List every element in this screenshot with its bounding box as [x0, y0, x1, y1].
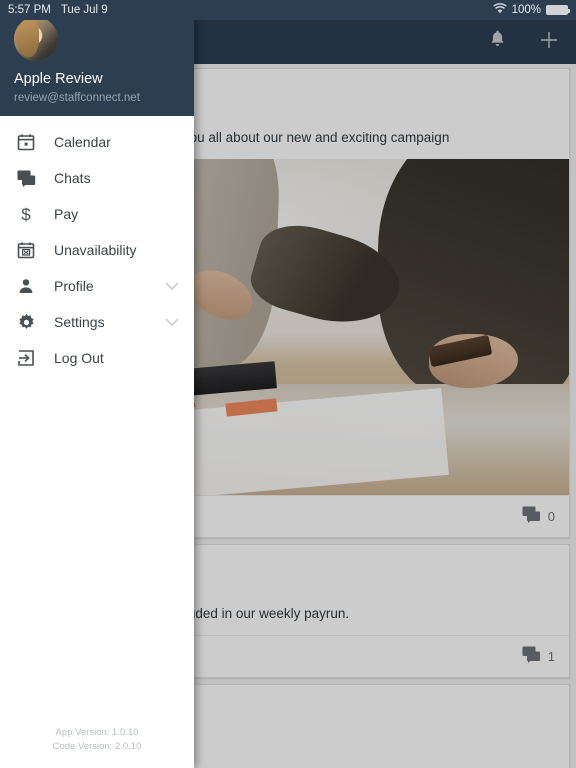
sidebar-item-label: Settings	[54, 314, 105, 330]
svg-text:$: $	[21, 205, 31, 224]
status-bar-left: 5:57 PM Tue Jul 9	[8, 4, 108, 16]
sidebar-item-calendar[interactable]: Calendar	[0, 124, 194, 160]
sidebar-item-profile[interactable]: Profile	[0, 268, 194, 304]
navigation-drawer: Apple Review review@staffconnect.net Cal…	[0, 0, 194, 768]
sidebar-item-label: Chats	[54, 170, 91, 186]
logout-icon	[14, 346, 38, 370]
sidebar-item-label: Pay	[54, 206, 79, 222]
person-icon	[14, 274, 38, 298]
sidebar-item-label: Profile	[54, 278, 94, 294]
status-bar: 5:57 PM Tue Jul 9 100%	[0, 0, 576, 20]
drawer-footer: App Version: 1.0.10 Code Version: 2.0.10	[0, 726, 194, 768]
battery-percent: 100%	[511, 4, 541, 16]
user-avatar[interactable]	[14, 16, 58, 61]
status-bar-right: 100%	[492, 3, 570, 17]
drawer-user-name: Apple Review	[14, 70, 103, 87]
app-version: App Version: 1.0.10	[55, 726, 139, 738]
status-date: Tue Jul 9	[60, 4, 108, 16]
status-time: 5:57 PM	[8, 4, 51, 16]
sidebar-item-label: Calendar	[54, 134, 111, 150]
sidebar-item-label: Log Out	[54, 350, 104, 366]
gear-icon	[14, 310, 38, 334]
chevron-down-icon[interactable]	[164, 281, 180, 291]
code-version: Code Version: 2.0.10	[52, 740, 142, 752]
calendar-icon	[14, 130, 38, 154]
avatar-hair	[15, 16, 39, 58]
drawer-user-email: review@staffconnect.net	[14, 92, 140, 104]
sidebar-item-pay[interactable]: $ Pay	[0, 196, 194, 232]
sidebar-item-label: Unavailability	[54, 242, 137, 258]
app-root: 5:57 PM Tue Jul 9 100% fice today! Can't…	[0, 0, 576, 768]
sidebar-item-chats[interactable]: Chats	[0, 160, 194, 196]
sidebar-item-log-out[interactable]: Log Out	[0, 340, 194, 376]
battery-full-icon	[546, 5, 570, 15]
sidebar-item-settings[interactable]: Settings	[0, 304, 194, 340]
wifi-icon	[492, 3, 507, 17]
drawer-menu: Calendar Chats $ Pay Unavailability Prof…	[0, 116, 194, 726]
chat-icon	[14, 166, 38, 190]
calendar-x-icon	[14, 238, 38, 262]
dollar-icon: $	[14, 202, 38, 226]
chevron-down-icon[interactable]	[164, 317, 180, 327]
sidebar-item-unavailability[interactable]: Unavailability	[0, 232, 194, 268]
